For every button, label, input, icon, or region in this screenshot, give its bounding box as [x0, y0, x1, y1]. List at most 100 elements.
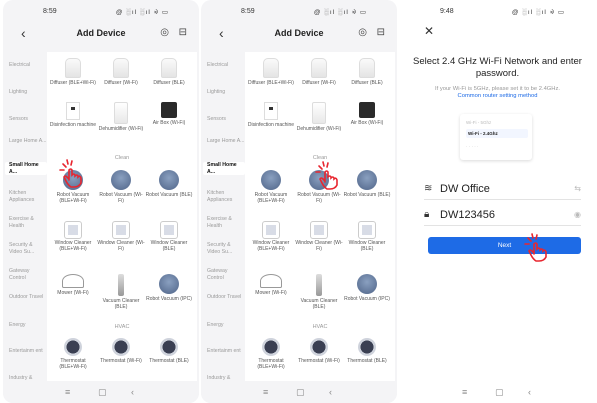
- menu-icon[interactable]: ≡: [65, 387, 70, 397]
- device-tile[interactable]: Window Cleaner (BLE+Wi-Fi): [247, 221, 295, 252]
- device-tile[interactable]: Thermostat (BLE): [145, 338, 193, 364]
- sidebar-item-large-home[interactable]: Large Home A...: [9, 138, 47, 145]
- sidebar-item-exercise[interactable]: Exercise & Health: [9, 216, 47, 229]
- switch-network-icon[interactable]: ⇆: [574, 184, 581, 193]
- back-icon[interactable]: ‹: [329, 387, 332, 397]
- sidebar-item-outdoor[interactable]: Outdoor Travel: [9, 294, 47, 301]
- sidebar-item-lighting[interactable]: Lighting: [9, 89, 47, 96]
- device-tile[interactable]: Window Cleaner (Wi-Fi): [97, 221, 145, 252]
- device-label: Window Cleaner (BLE+Wi-Fi): [54, 240, 92, 252]
- eye-icon[interactable]: ◉: [574, 210, 581, 219]
- sidebar-item-small-home[interactable]: Small Home A...: [5, 162, 47, 175]
- sidebar-item-gateway[interactable]: Gateway Control: [9, 268, 47, 281]
- device-label: Vacuum Cleaner (BLE): [300, 298, 338, 310]
- router-setting-link[interactable]: Common router setting method: [458, 93, 538, 99]
- diffuser-icon: [113, 58, 129, 78]
- sidebar-item-sensors[interactable]: Sensors: [207, 116, 245, 123]
- sidebar-item-electrical[interactable]: Electrical: [9, 62, 47, 69]
- sidebar-item-outdoor[interactable]: Outdoor Travel: [207, 294, 245, 301]
- device-tile[interactable]: Window Cleaner (BLE): [145, 221, 193, 252]
- device-tile[interactable]: Robot Vacuum (IPC): [145, 274, 193, 302]
- device-tile[interactable]: Diffuser (Wi-Fi): [295, 58, 343, 86]
- back-icon[interactable]: ‹: [528, 387, 531, 397]
- device-tile[interactable]: Diffuser (BLE+Wi-Fi): [49, 58, 97, 86]
- device-label: Thermostat (BLE): [347, 358, 387, 364]
- qr-scan-icon[interactable]: ⊟: [179, 27, 187, 38]
- wifi-row: Wi-Fi - 5Ghz: [466, 120, 492, 125]
- device-label: Diffuser (BLE+Wi-Fi): [248, 80, 294, 86]
- device-tile[interactable]: Mower (Wi-Fi): [49, 274, 97, 296]
- device-tile[interactable]: Air Box (Wi-Fi): [145, 102, 193, 126]
- device-tile[interactable]: Diffuser (BLE+Wi-Fi): [247, 58, 295, 86]
- device-label: Mower (Wi-Fi): [255, 290, 287, 296]
- device-tile[interactable]: Diffuser (Wi-Fi): [97, 58, 145, 86]
- device-tile[interactable]: Diffuser (BLE): [145, 58, 193, 86]
- device-tile[interactable]: Disinfection machine: [247, 102, 295, 128]
- wifi-name-field[interactable]: ≋ DW Office ⇆: [424, 180, 581, 200]
- device-tile[interactable]: Dehumidifier (Wi-Fi): [97, 102, 145, 132]
- device-tile[interactable]: Vacuum Cleaner (BLE): [295, 274, 343, 310]
- sidebar-item-energy[interactable]: Energy: [9, 322, 47, 329]
- clock: 8:59: [241, 8, 255, 15]
- device-tile[interactable]: Robot Vacuum (BLE): [343, 170, 391, 198]
- device-tile[interactable]: Robot Vacuum (IPC): [343, 274, 391, 302]
- device-tile[interactable]: Robot Vacuum (Wi-Fi): [97, 170, 145, 204]
- device-label: Vacuum Cleaner (BLE): [102, 298, 140, 310]
- device-tile[interactable]: Thermostat (BLE): [343, 338, 391, 364]
- sidebar-item-kitchen[interactable]: Kitchen Appliances: [9, 190, 47, 203]
- thermostat-icon: [160, 338, 178, 356]
- sidebar-item-large-home[interactable]: Large Home A...: [207, 138, 245, 145]
- device-tile[interactable]: Thermostat (Wi-Fi): [97, 338, 145, 364]
- system-nav-bar: ≡ ▢ ‹: [201, 383, 397, 403]
- device-tile[interactable]: Vacuum Cleaner (BLE): [97, 274, 145, 310]
- sidebar-item-sensors[interactable]: Sensors: [9, 116, 47, 123]
- device-tile[interactable]: Window Cleaner (BLE+Wi-Fi): [49, 221, 97, 252]
- close-icon[interactable]: ✕: [424, 24, 434, 38]
- device-tile[interactable]: Disinfection machine: [49, 102, 97, 128]
- menu-icon[interactable]: ≡: [462, 387, 467, 397]
- tap-hand-icon: [59, 159, 82, 188]
- home-icon[interactable]: ▢: [495, 387, 504, 398]
- sidebar-item-industry[interactable]: Industry &: [207, 375, 245, 382]
- phone-screen-add-device-1: 8:59 @ ░ıl ░ıl ⨵ ▭ ‹ Add Device ◎ ⊟ Elec…: [3, 0, 199, 403]
- auto-scan-icon[interactable]: ◎: [358, 27, 367, 38]
- sidebar-item-security[interactable]: Security & Video Su...: [9, 242, 47, 255]
- sidebar-item-lighting[interactable]: Lighting: [207, 89, 245, 96]
- device-tile[interactable]: Diffuser (BLE): [343, 58, 391, 86]
- sidebar-item-exercise[interactable]: Exercise & Health: [207, 216, 245, 229]
- home-icon[interactable]: ▢: [98, 387, 107, 398]
- disinfection-icon: [66, 102, 80, 120]
- device-tile[interactable]: Thermostat (BLE+Wi-Fi): [49, 338, 97, 370]
- sidebar-item-entertainment[interactable]: Entertainm ent: [207, 348, 245, 355]
- device-tile[interactable]: Dehumidifier (Wi-Fi): [295, 102, 343, 132]
- sidebar-item-entertainment[interactable]: Entertainm ent: [9, 348, 47, 355]
- air-box-icon: [359, 102, 375, 118]
- qr-scan-icon[interactable]: ⊟: [377, 27, 385, 38]
- sidebar-item-electrical[interactable]: Electrical: [207, 62, 245, 69]
- device-tile[interactable]: Robot Vacuum (BLE): [145, 170, 193, 198]
- device-tile[interactable]: Thermostat (BLE+Wi-Fi): [247, 338, 295, 370]
- device-tile[interactable]: Thermostat (Wi-Fi): [295, 338, 343, 364]
- sidebar-item-kitchen[interactable]: Kitchen Appliances: [207, 190, 245, 203]
- device-label: Dehumidifier (Wi-Fi): [296, 126, 342, 132]
- device-grid: Diffuser (BLE+Wi-Fi) Diffuser (Wi-Fi) Di…: [47, 52, 197, 381]
- device-tile[interactable]: Window Cleaner (Wi-Fi): [295, 221, 343, 252]
- device-tile[interactable]: Mower (Wi-Fi): [247, 274, 295, 296]
- next-button[interactable]: Next: [428, 237, 581, 254]
- auto-scan-icon[interactable]: ◎: [160, 27, 169, 38]
- menu-icon[interactable]: ≡: [263, 387, 268, 397]
- password-field[interactable]: 🔒︎ DW123456 ◉: [424, 206, 581, 226]
- device-label: Window Cleaner (BLE): [348, 240, 386, 252]
- back-icon[interactable]: ‹: [131, 387, 134, 397]
- sidebar-item-energy[interactable]: Energy: [207, 322, 245, 329]
- device-grid: Diffuser (BLE+Wi-Fi) Diffuser (Wi-Fi) Di…: [245, 52, 395, 381]
- sidebar-item-gateway[interactable]: Gateway Control: [207, 268, 245, 281]
- home-icon[interactable]: ▢: [296, 387, 305, 398]
- device-tile[interactable]: Robot Vacuum (BLE+Wi-Fi): [247, 170, 295, 204]
- sidebar-item-industry[interactable]: Industry &: [9, 375, 47, 382]
- device-tile[interactable]: Air Box (Wi-Fi): [343, 102, 391, 126]
- device-tile[interactable]: Window Cleaner (BLE): [343, 221, 391, 252]
- sidebar-item-small-home[interactable]: Small Home A...: [203, 162, 245, 175]
- device-label: Robot Vacuum (BLE): [145, 192, 193, 198]
- sidebar-item-security[interactable]: Security & Video Su...: [207, 242, 245, 255]
